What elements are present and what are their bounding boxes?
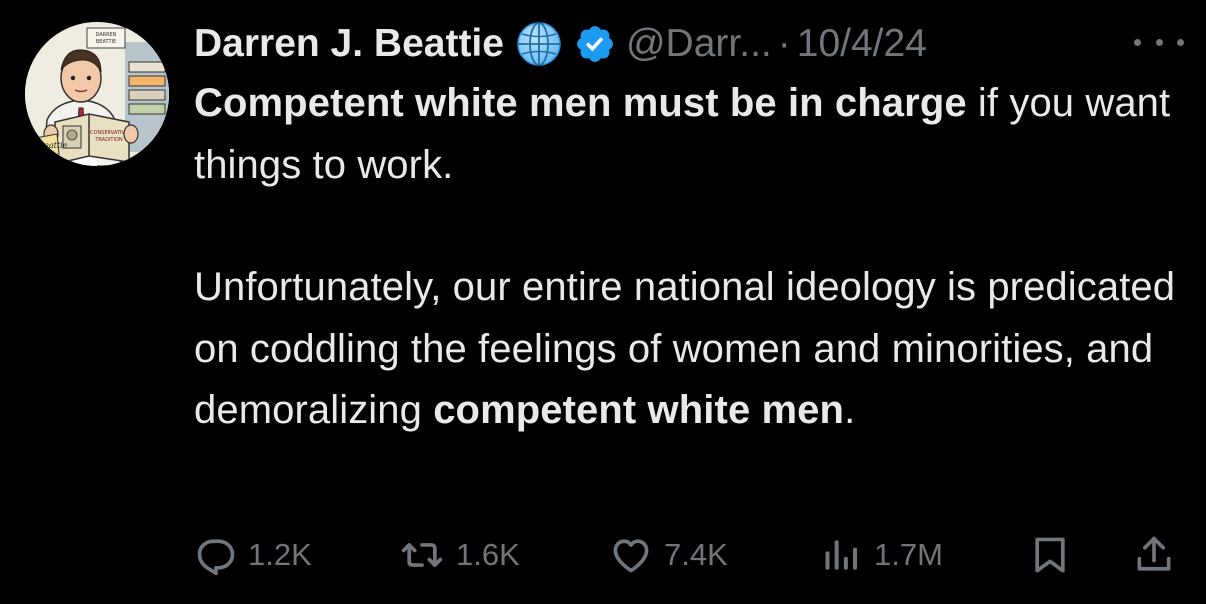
tweet-paragraph-1: Competent white men must be in charge if… bbox=[194, 73, 1184, 196]
tweet-text: Competent white men must be in charge if… bbox=[194, 73, 1184, 442]
bold-phrase: Competent white men must be in charge bbox=[194, 81, 967, 125]
repost-count: 1.6K bbox=[456, 537, 520, 572]
repost-button[interactable]: 1.6K bbox=[398, 530, 520, 580]
tweet-date[interactable]: 10/4/24 bbox=[797, 22, 927, 66]
avatar-illustration: DARREN BEATTIE CONSERVATIVE TRADITION be… bbox=[25, 22, 169, 166]
svg-text:BEATTIE: BEATTIE bbox=[96, 39, 116, 45]
reply-icon bbox=[197, 539, 235, 576]
like-icon bbox=[613, 539, 649, 573]
reply-button[interactable]: 1.2K bbox=[194, 530, 312, 580]
avatar-book-text: CONSERVATIVE bbox=[90, 130, 128, 136]
tweet-paragraph-2: Unfortunately, our entire national ideol… bbox=[194, 257, 1184, 442]
tweet-body: Darren J. Beattie @Darr... · 10/4/24 Com… bbox=[194, 18, 1184, 442]
share-icon bbox=[1137, 536, 1171, 571]
repost-icon bbox=[401, 543, 443, 567]
bold-phrase: competent white men bbox=[433, 388, 845, 432]
action-bar: 1.2K 1.6K 7.4K 1.7M bbox=[194, 530, 1179, 580]
more-icon[interactable] bbox=[1134, 32, 1184, 52]
avatar-signature: beattie bbox=[39, 141, 68, 150]
views-count: 1.7M bbox=[874, 537, 943, 572]
like-count: 7.4K bbox=[664, 537, 728, 572]
views-icon bbox=[825, 540, 858, 570]
share-button[interactable] bbox=[1132, 530, 1176, 580]
tweet-header: Darren J. Beattie @Darr... · 10/4/24 bbox=[194, 18, 1184, 70]
like-button[interactable]: 7.4K bbox=[608, 530, 728, 580]
avatar[interactable]: DARREN BEATTIE CONSERVATIVE TRADITION be… bbox=[25, 22, 169, 166]
svg-text:TRADITION: TRADITION bbox=[94, 137, 123, 143]
separator-dot: · bbox=[777, 22, 791, 65]
globe-icon bbox=[516, 21, 562, 67]
tweet: DARREN BEATTIE CONSERVATIVE TRADITION be… bbox=[0, 0, 1206, 604]
bookmark-icon bbox=[1035, 537, 1065, 573]
bookmark-button[interactable] bbox=[1028, 530, 1072, 580]
avatar-top-label: DARREN bbox=[95, 32, 116, 38]
text-run: . bbox=[844, 388, 856, 432]
author-name[interactable]: Darren J. Beattie bbox=[194, 22, 504, 66]
verified-badge-icon[interactable] bbox=[574, 23, 616, 65]
reply-count: 1.2K bbox=[248, 537, 312, 572]
views-button[interactable]: 1.7M bbox=[820, 530, 943, 580]
author-handle[interactable]: @Darr... bbox=[626, 22, 772, 66]
